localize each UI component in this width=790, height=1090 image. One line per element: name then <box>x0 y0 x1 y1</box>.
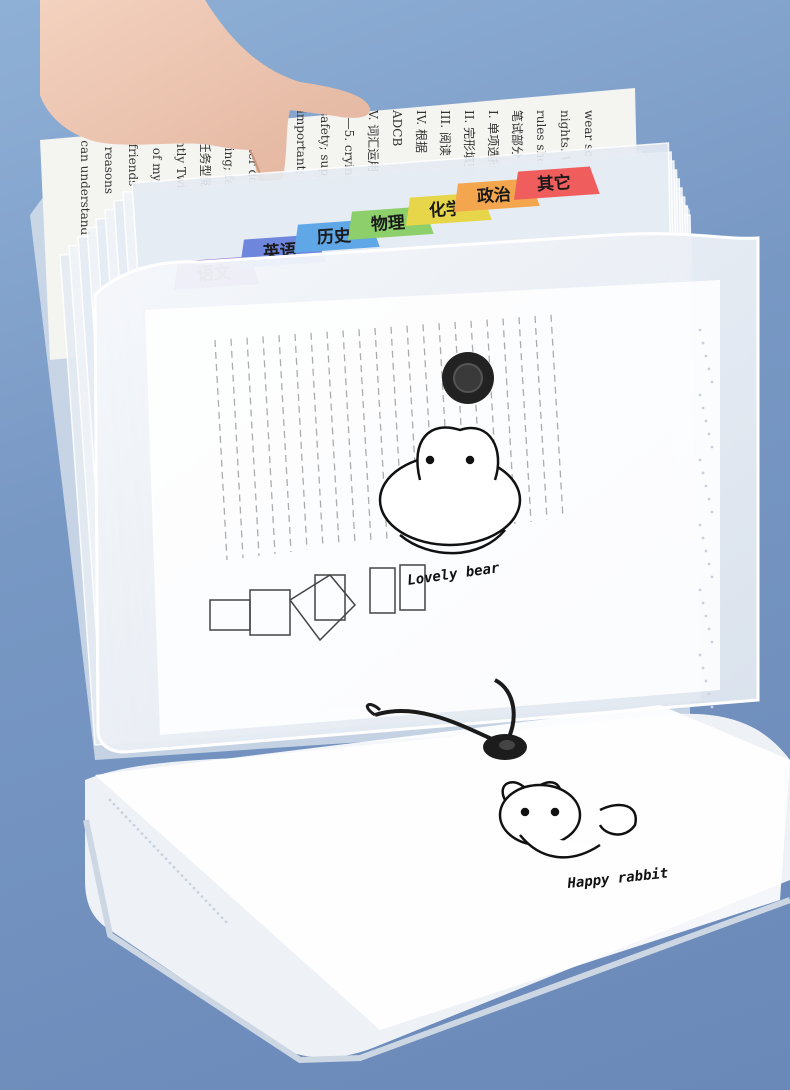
dot <box>168 861 172 865</box>
dot <box>707 497 711 501</box>
dot <box>710 380 714 384</box>
dot <box>707 562 711 566</box>
dot <box>698 458 702 462</box>
dot <box>698 523 702 527</box>
dot <box>701 536 705 540</box>
dot <box>132 823 136 827</box>
dot <box>120 811 124 814</box>
dot <box>224 920 228 924</box>
dot <box>707 692 711 696</box>
dot <box>184 878 188 882</box>
dot <box>160 853 164 856</box>
product-photo: wear schoolnights. Wrules shou笔试部分I. 单项选… <box>30 0 790 1064</box>
dot <box>172 865 176 869</box>
snap-button[interactable] <box>442 352 494 404</box>
dot <box>707 627 711 631</box>
dot <box>704 679 708 683</box>
dot <box>212 907 216 911</box>
tab-label: 政治 <box>476 184 511 207</box>
dot <box>701 471 705 475</box>
dot <box>156 849 160 852</box>
dot <box>710 575 714 579</box>
paper-line: III. 阅读 <box>438 110 452 156</box>
dot <box>710 445 714 449</box>
dot <box>176 870 180 873</box>
dot <box>707 432 711 436</box>
dot <box>704 549 708 553</box>
dot <box>704 419 708 423</box>
dot <box>698 393 702 397</box>
dot <box>704 614 708 618</box>
dot <box>144 836 148 840</box>
dot <box>701 341 705 345</box>
dot <box>108 798 112 802</box>
dot <box>698 328 702 332</box>
dot <box>707 367 711 371</box>
tab-label: 历史 <box>316 225 352 248</box>
dot <box>710 510 714 514</box>
front-folder-cover[interactable]: Lovely bear <box>93 232 760 754</box>
dot <box>701 666 705 670</box>
dot <box>220 916 224 919</box>
dot <box>698 653 702 657</box>
dot <box>704 484 708 488</box>
dot <box>701 601 705 605</box>
dot <box>196 891 200 894</box>
closed-snap-button[interactable] <box>483 734 527 760</box>
dot <box>152 844 156 848</box>
paper-line: 笔试部分 <box>510 110 525 158</box>
dot <box>116 807 120 810</box>
tab-label: 其它 <box>536 172 571 195</box>
dot <box>124 815 128 819</box>
dot <box>710 640 714 644</box>
dot <box>180 874 184 877</box>
tab-7[interactable]: 其它 <box>512 166 600 200</box>
dot <box>701 406 705 410</box>
paper-line: V. 词汇运用 <box>366 109 380 172</box>
dot <box>164 857 168 861</box>
dot <box>112 802 116 806</box>
dot <box>208 903 212 907</box>
dot <box>136 828 140 831</box>
dot <box>192 886 196 890</box>
dot <box>216 912 220 915</box>
dot <box>140 832 144 835</box>
dot <box>704 354 708 358</box>
tab-label: 物理 <box>370 212 405 235</box>
dot <box>710 705 714 709</box>
dot <box>148 840 152 844</box>
dot <box>204 899 208 903</box>
dot <box>128 819 132 823</box>
dot <box>200 895 204 898</box>
dot <box>698 588 702 592</box>
dot <box>188 882 192 886</box>
paper-line: IV. 根据 <box>414 110 428 153</box>
paper-line: ADCB <box>390 109 404 146</box>
